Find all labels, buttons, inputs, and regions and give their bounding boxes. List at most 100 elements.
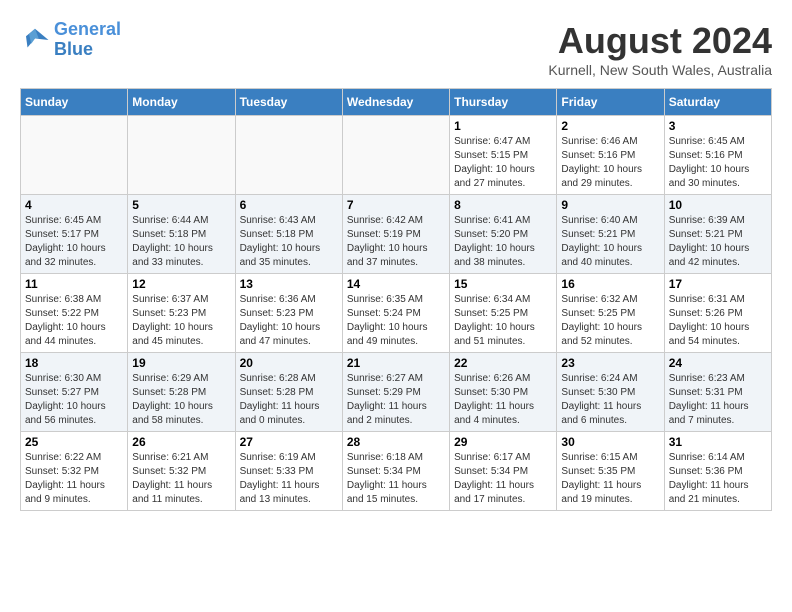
day-number: 3 — [669, 119, 767, 133]
day-info: Sunrise: 6:32 AM Sunset: 5:25 PM Dayligh… — [561, 293, 659, 349]
table-row: 13Sunrise: 6:36 AM Sunset: 5:23 PM Dayli… — [235, 274, 342, 353]
table-row — [128, 116, 235, 195]
day-info: Sunrise: 6:45 AM Sunset: 5:17 PM Dayligh… — [25, 214, 123, 270]
day-info: Sunrise: 6:35 AM Sunset: 5:24 PM Dayligh… — [347, 293, 445, 349]
day-number: 29 — [454, 435, 552, 449]
table-row: 27 Sunrise: 6:19 AM Sunset: 5:33 PM Dayli… — [235, 432, 342, 511]
table-row: 28 Sunrise: 6:18 AM Sunset: 5:34 PM Dayli… — [342, 432, 449, 511]
day-number: 16 — [561, 277, 659, 291]
table-row: 16 Sunrise: 6:32 AM Sunset: 5:25 PM Dayli… — [557, 274, 664, 353]
day-number: 21 — [347, 356, 445, 370]
day-number: 23 — [561, 356, 659, 370]
day-info: Sunrise: 6:29 AM Sunset: 5:28 PM Dayligh… — [132, 372, 230, 428]
table-row: 26 Sunrise: 6:21 AM Sunset: 5:32 PM Dayli… — [128, 432, 235, 511]
table-row — [342, 116, 449, 195]
day-number: 18 — [25, 356, 123, 370]
day-number: 20 — [240, 356, 338, 370]
day-info: Sunrise: 6:34 AM Sunset: 5:25 PM Dayligh… — [454, 293, 552, 349]
table-row: 24 Sunrise: 6:23 AM Sunset: 5:31 PM Dayli… — [664, 353, 771, 432]
column-header-friday: Friday — [557, 89, 664, 116]
day-number: 13 — [240, 277, 338, 291]
column-header-tuesday: Tuesday — [235, 89, 342, 116]
calendar-week-row: 1 Sunrise: 6:47 AM Sunset: 5:15 PM Daylig… — [21, 116, 772, 195]
column-header-monday: Monday — [128, 89, 235, 116]
day-number: 8 — [454, 198, 552, 212]
table-row: 1 Sunrise: 6:47 AM Sunset: 5:15 PM Daylig… — [450, 116, 557, 195]
day-number: 14 — [347, 277, 445, 291]
table-row: 20 Sunrise: 6:28 AM Sunset: 5:28 PM Dayli… — [235, 353, 342, 432]
table-row: 17 Sunrise: 6:31 AM Sunset: 5:26 PM Dayli… — [664, 274, 771, 353]
day-info: Sunrise: 6:15 AM Sunset: 5:35 PM Dayligh… — [561, 451, 659, 507]
day-info: Sunrise: 6:22 AM Sunset: 5:32 PM Dayligh… — [25, 451, 123, 507]
table-row — [21, 116, 128, 195]
column-header-sunday: Sunday — [21, 89, 128, 116]
day-number: 12 — [132, 277, 230, 291]
day-number: 10 — [669, 198, 767, 212]
day-info: Sunrise: 6:39 AM Sunset: 5:21 PM Dayligh… — [669, 214, 767, 270]
day-info: Sunrise: 6:40 AM Sunset: 5:21 PM Dayligh… — [561, 214, 659, 270]
table-row: 29 Sunrise: 6:17 AM Sunset: 5:34 PM Dayli… — [450, 432, 557, 511]
calendar-week-row: 11Sunrise: 6:38 AM Sunset: 5:22 PM Dayli… — [21, 274, 772, 353]
day-info: Sunrise: 6:26 AM Sunset: 5:30 PM Dayligh… — [454, 372, 552, 428]
day-number: 2 — [561, 119, 659, 133]
day-info: Sunrise: 6:17 AM Sunset: 5:34 PM Dayligh… — [454, 451, 552, 507]
table-row: 18 Sunrise: 6:30 AM Sunset: 5:27 PM Dayli… — [21, 353, 128, 432]
day-info: Sunrise: 6:24 AM Sunset: 5:30 PM Dayligh… — [561, 372, 659, 428]
day-number: 24 — [669, 356, 767, 370]
day-info: Sunrise: 6:27 AM Sunset: 5:29 PM Dayligh… — [347, 372, 445, 428]
day-info: Sunrise: 6:46 AM Sunset: 5:16 PM Dayligh… — [561, 135, 659, 191]
day-info: Sunrise: 6:23 AM Sunset: 5:31 PM Dayligh… — [669, 372, 767, 428]
table-row: 30 Sunrise: 6:15 AM Sunset: 5:35 PM Dayli… — [557, 432, 664, 511]
column-header-saturday: Saturday — [664, 89, 771, 116]
day-info: Sunrise: 6:21 AM Sunset: 5:32 PM Dayligh… — [132, 451, 230, 507]
table-row: 7Sunrise: 6:42 AM Sunset: 5:19 PM Daylig… — [342, 195, 449, 274]
calendar-table: SundayMondayTuesdayWednesdayThursdayFrid… — [20, 88, 772, 511]
day-number: 27 — [240, 435, 338, 449]
day-info: Sunrise: 6:28 AM Sunset: 5:28 PM Dayligh… — [240, 372, 338, 428]
calendar-header-row: SundayMondayTuesdayWednesdayThursdayFrid… — [21, 89, 772, 116]
table-row: 6 Sunrise: 6:43 AM Sunset: 5:18 PM Daylig… — [235, 195, 342, 274]
day-number: 28 — [347, 435, 445, 449]
day-info: Sunrise: 6:45 AM Sunset: 5:16 PM Dayligh… — [669, 135, 767, 191]
logo: General Blue — [20, 20, 121, 60]
table-row: 8 Sunrise: 6:41 AM Sunset: 5:20 PM Daylig… — [450, 195, 557, 274]
month-year-title: August 2024 — [548, 20, 772, 62]
day-info: Sunrise: 6:47 AM Sunset: 5:15 PM Dayligh… — [454, 135, 552, 191]
day-info: Sunrise: 6:37 AM Sunset: 5:23 PM Dayligh… — [132, 293, 230, 349]
day-number: 6 — [240, 198, 338, 212]
day-info: Sunrise: 6:41 AM Sunset: 5:20 PM Dayligh… — [454, 214, 552, 270]
day-number: 1 — [454, 119, 552, 133]
table-row: 31Sunrise: 6:14 AM Sunset: 5:36 PM Dayli… — [664, 432, 771, 511]
day-number: 26 — [132, 435, 230, 449]
table-row: 15 Sunrise: 6:34 AM Sunset: 5:25 PM Dayli… — [450, 274, 557, 353]
table-row: 4 Sunrise: 6:45 AM Sunset: 5:17 PM Daylig… — [21, 195, 128, 274]
day-number: 5 — [132, 198, 230, 212]
logo-text: General Blue — [54, 20, 121, 60]
day-number: 17 — [669, 277, 767, 291]
day-number: 31 — [669, 435, 767, 449]
day-info: Sunrise: 6:42 AM Sunset: 5:19 PM Dayligh… — [347, 214, 445, 270]
table-row: 22 Sunrise: 6:26 AM Sunset: 5:30 PM Dayli… — [450, 353, 557, 432]
day-number: 9 — [561, 198, 659, 212]
page-header: General Blue August 2024 Kurnell, New So… — [20, 20, 772, 78]
day-info: Sunrise: 6:18 AM Sunset: 5:34 PM Dayligh… — [347, 451, 445, 507]
day-info: Sunrise: 6:43 AM Sunset: 5:18 PM Dayligh… — [240, 214, 338, 270]
day-info: Sunrise: 6:30 AM Sunset: 5:27 PM Dayligh… — [25, 372, 123, 428]
day-number: 22 — [454, 356, 552, 370]
table-row: 25Sunrise: 6:22 AM Sunset: 5:32 PM Dayli… — [21, 432, 128, 511]
table-row: 2 Sunrise: 6:46 AM Sunset: 5:16 PM Daylig… — [557, 116, 664, 195]
day-info: Sunrise: 6:31 AM Sunset: 5:26 PM Dayligh… — [669, 293, 767, 349]
table-row: 21 Sunrise: 6:27 AM Sunset: 5:29 PM Dayli… — [342, 353, 449, 432]
column-header-wednesday: Wednesday — [342, 89, 449, 116]
table-row: 12 Sunrise: 6:37 AM Sunset: 5:23 PM Dayli… — [128, 274, 235, 353]
table-row: 11Sunrise: 6:38 AM Sunset: 5:22 PM Dayli… — [21, 274, 128, 353]
title-block: August 2024 Kurnell, New South Wales, Au… — [548, 20, 772, 78]
day-number: 30 — [561, 435, 659, 449]
calendar-week-row: 4 Sunrise: 6:45 AM Sunset: 5:17 PM Daylig… — [21, 195, 772, 274]
day-number: 19 — [132, 356, 230, 370]
logo-bird-icon — [20, 25, 50, 55]
day-number: 15 — [454, 277, 552, 291]
day-number: 4 — [25, 198, 123, 212]
day-info: Sunrise: 6:19 AM Sunset: 5:33 PM Dayligh… — [240, 451, 338, 507]
table-row: 14 Sunrise: 6:35 AM Sunset: 5:24 PM Dayli… — [342, 274, 449, 353]
